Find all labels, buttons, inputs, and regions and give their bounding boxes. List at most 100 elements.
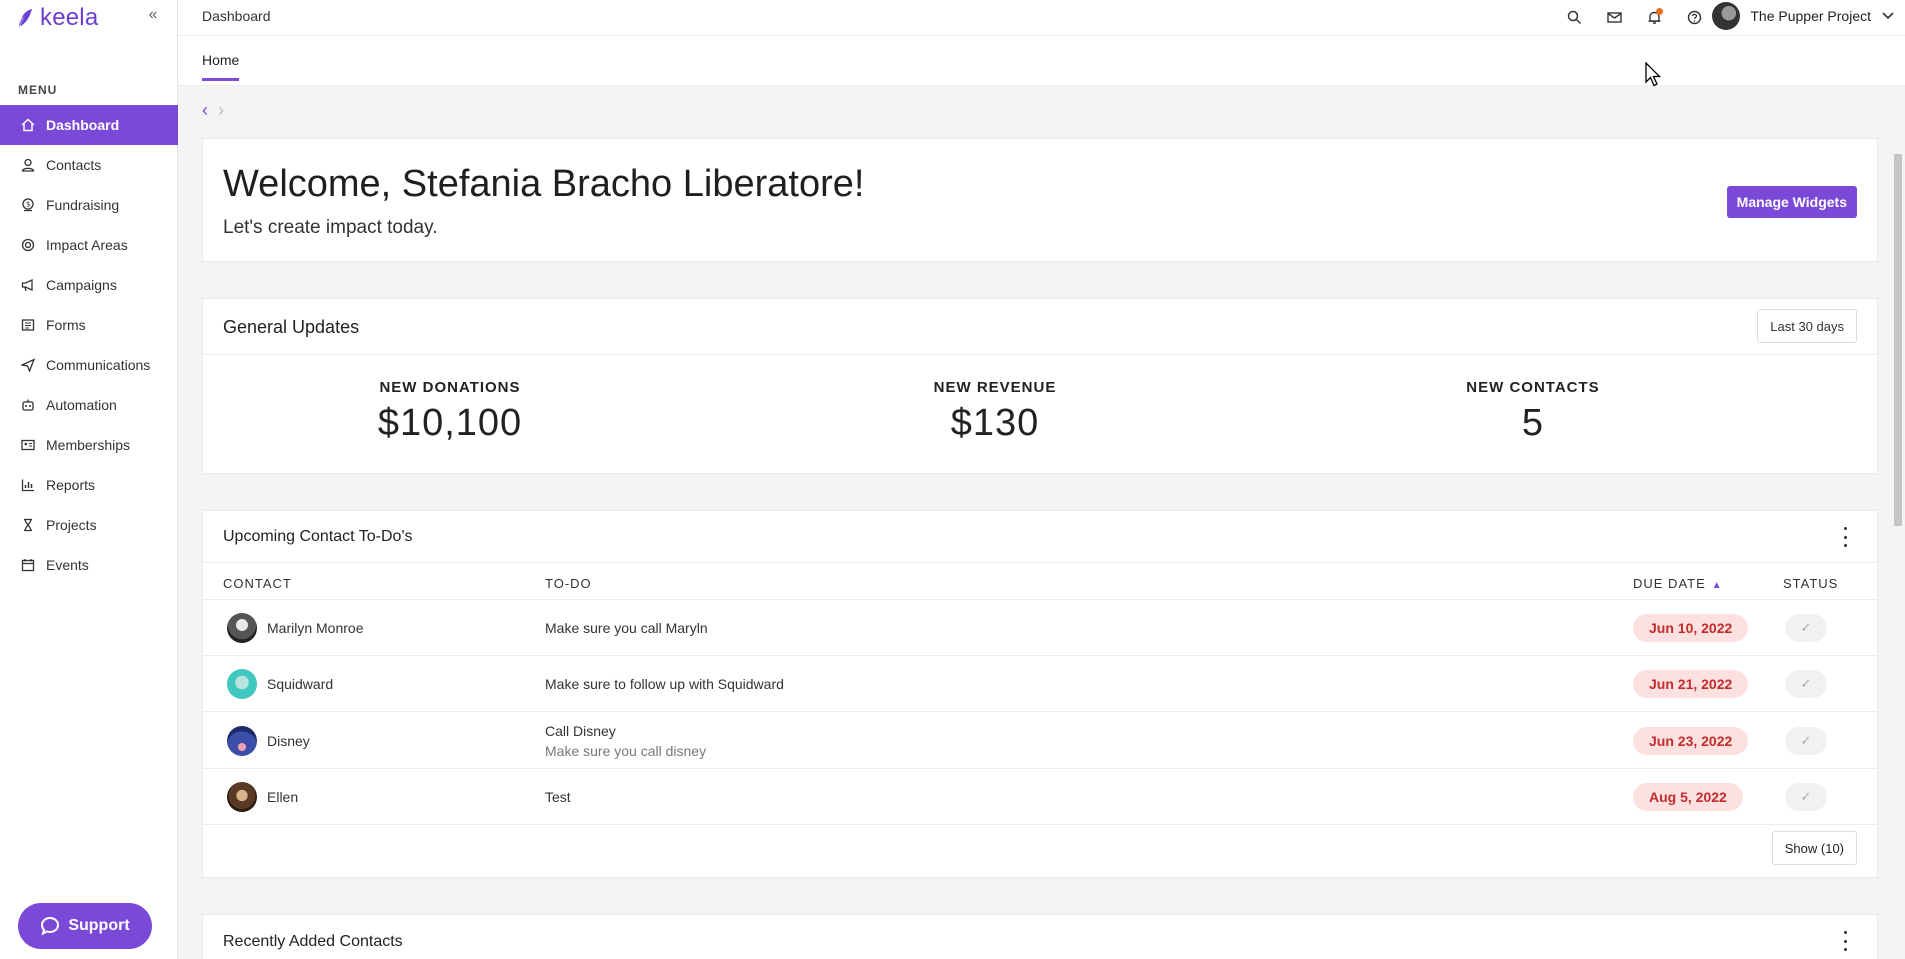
manage-widgets-button[interactable]: Manage Widgets <box>1726 186 1857 218</box>
contact-name[interactable]: Ellen <box>267 789 298 805</box>
contact-name[interactable]: Disney <box>267 733 310 749</box>
more-options-icon[interactable] <box>1841 527 1849 547</box>
notifications-button[interactable] <box>1643 6 1665 28</box>
more-options-icon[interactable] <box>1841 931 1849 951</box>
sidebar-item-label: Dashboard <box>46 117 120 133</box>
due-date-badge: Aug 5, 2022 <box>1633 783 1743 811</box>
search-icon <box>1567 10 1581 24</box>
recent-contacts-card: Recently Added Contacts <box>202 914 1878 959</box>
complete-toggle[interactable]: ✓ <box>1785 783 1827 811</box>
column-header-label: DUE DATE <box>1633 576 1706 591</box>
todo-text: Call Disney <box>545 723 616 739</box>
person-icon <box>20 157 36 173</box>
card-header: General Updates Last 30 days <box>203 299 1877 355</box>
sidebar-item-label: Communications <box>46 357 151 373</box>
date-range-select[interactable]: Last 30 days <box>1757 309 1857 343</box>
bar-chart-icon <box>20 477 36 493</box>
help-icon <box>1687 10 1701 24</box>
top-bar: Dashboard The Pupper Project <box>178 0 1905 36</box>
column-header-todo[interactable]: TO-DO <box>545 576 592 591</box>
sidebar-item-impact-areas[interactable]: Impact Areas <box>0 225 178 265</box>
stat-new-donations: NEW DONATIONS $10,100 <box>350 379 550 445</box>
sidebar-item-automation[interactable]: Automation <box>0 385 178 425</box>
chevron-left-icon[interactable]: ‹ <box>202 100 208 121</box>
sidebar-item-label: Contacts <box>46 157 102 173</box>
sort-ascending-icon: ▲ <box>1711 580 1723 591</box>
sidebar-item-forms[interactable]: Forms <box>0 305 178 345</box>
avatar <box>227 782 257 812</box>
sidebar-item-events[interactable]: Events <box>0 545 178 585</box>
todo-text: Test <box>545 789 571 805</box>
tab-home[interactable]: Home <box>202 52 240 81</box>
contact-name[interactable]: Marilyn Monroe <box>267 620 363 636</box>
card-title: Upcoming Contact To-Do's <box>223 528 413 545</box>
column-header-status[interactable]: STATUS <box>1783 576 1838 591</box>
due-date-badge: Jun 10, 2022 <box>1633 614 1749 642</box>
avatar <box>227 726 257 756</box>
sidebar-item-label: Impact Areas <box>46 237 128 253</box>
send-icon <box>20 357 36 373</box>
stat-label: NEW DONATIONS <box>379 379 521 396</box>
home-icon <box>20 117 36 133</box>
sidebar-item-communications[interactable]: Communications <box>0 345 178 385</box>
svg-text:$: $ <box>26 201 30 209</box>
sidebar-nav: Dashboard Contacts $ Fundraising Impact … <box>0 105 178 585</box>
chevron-down-icon <box>1882 12 1894 20</box>
table-row[interactable]: Squidward Make sure to follow up with Sq… <box>203 657 1877 712</box>
avatar <box>227 613 257 643</box>
sidebar-item-contacts[interactable]: Contacts <box>0 145 178 185</box>
card-title: General Updates <box>223 317 360 337</box>
contact-name[interactable]: Squidward <box>267 676 333 692</box>
keela-logo[interactable]: keela <box>18 4 98 32</box>
complete-toggle[interactable]: ✓ <box>1785 614 1827 642</box>
mouse-cursor-icon <box>1645 62 1662 87</box>
logo-text: keela <box>40 4 99 31</box>
contact-todos-card: Upcoming Contact To-Do's CONTACT TO-DO D… <box>202 510 1878 878</box>
show-more-button[interactable]: Show (10) <box>1771 831 1857 865</box>
stat-value: 5 <box>1521 402 1545 444</box>
check-icon: ✓ <box>1800 789 1812 804</box>
stat-new-revenue: NEW REVENUE $130 <box>895 379 1095 445</box>
collapse-sidebar-button[interactable]: « <box>144 6 162 24</box>
stat-value: $10,100 <box>377 402 523 444</box>
welcome-card: Welcome, Stefania Bracho Liberatore! Let… <box>202 138 1878 262</box>
complete-toggle[interactable]: ✓ <box>1785 670 1827 698</box>
account-menu[interactable]: The Pupper Project <box>1712 2 1895 30</box>
todo-note: Make sure you call disney <box>545 743 707 759</box>
sidebar-item-projects[interactable]: Projects <box>0 505 178 545</box>
target-icon <box>20 237 36 253</box>
table-row[interactable]: Marilyn Monroe Make sure you call Maryln… <box>203 601 1877 656</box>
sidebar-item-label: Events <box>46 557 89 573</box>
help-button[interactable] <box>1683 6 1705 28</box>
sidebar-item-label: Campaigns <box>46 277 117 293</box>
avatar <box>1712 2 1741 30</box>
sidebar-item-reports[interactable]: Reports <box>0 465 178 505</box>
sidebar-item-label: Automation <box>46 397 117 413</box>
table-row[interactable]: Ellen Test Aug 5, 2022 ✓ <box>203 770 1877 825</box>
column-header-due-date[interactable]: DUE DATE ▲ <box>1633 576 1723 591</box>
table-row[interactable]: Disney Call Disney Make sure you call di… <box>203 713 1877 769</box>
search-button[interactable] <box>1563 6 1585 28</box>
sidebar-item-label: Forms <box>46 317 86 333</box>
sidebar-item-campaigns[interactable]: Campaigns <box>0 265 178 305</box>
mail-icon <box>1606 11 1622 23</box>
scrollbar-thumb[interactable] <box>1894 154 1902 526</box>
due-date-badge: Jun 21, 2022 <box>1633 670 1749 698</box>
sidebar-item-memberships[interactable]: Memberships <box>0 425 178 465</box>
todo-text: Make sure you call Maryln <box>545 620 708 636</box>
messages-button[interactable] <box>1603 6 1625 28</box>
dashboard-pager: ‹ › <box>202 100 224 121</box>
page-scrollbar[interactable] <box>1891 152 1905 959</box>
table-header: CONTACT TO-DO DUE DATE ▲ STATUS <box>203 563 1877 600</box>
card-title: Recently Added Contacts <box>223 933 403 950</box>
robot-icon <box>20 397 36 413</box>
id-card-icon <box>20 437 36 453</box>
chevron-right-icon[interactable]: › <box>218 100 224 121</box>
chat-bubble-icon <box>41 916 60 936</box>
sidebar-item-dashboard[interactable]: Dashboard <box>0 105 178 145</box>
sidebar-item-fundraising[interactable]: $ Fundraising <box>0 185 178 225</box>
support-button[interactable]: Support <box>18 903 152 949</box>
card-header: Upcoming Contact To-Do's <box>203 511 1877 563</box>
complete-toggle[interactable]: ✓ <box>1785 727 1827 755</box>
column-header-contact[interactable]: CONTACT <box>223 576 292 591</box>
